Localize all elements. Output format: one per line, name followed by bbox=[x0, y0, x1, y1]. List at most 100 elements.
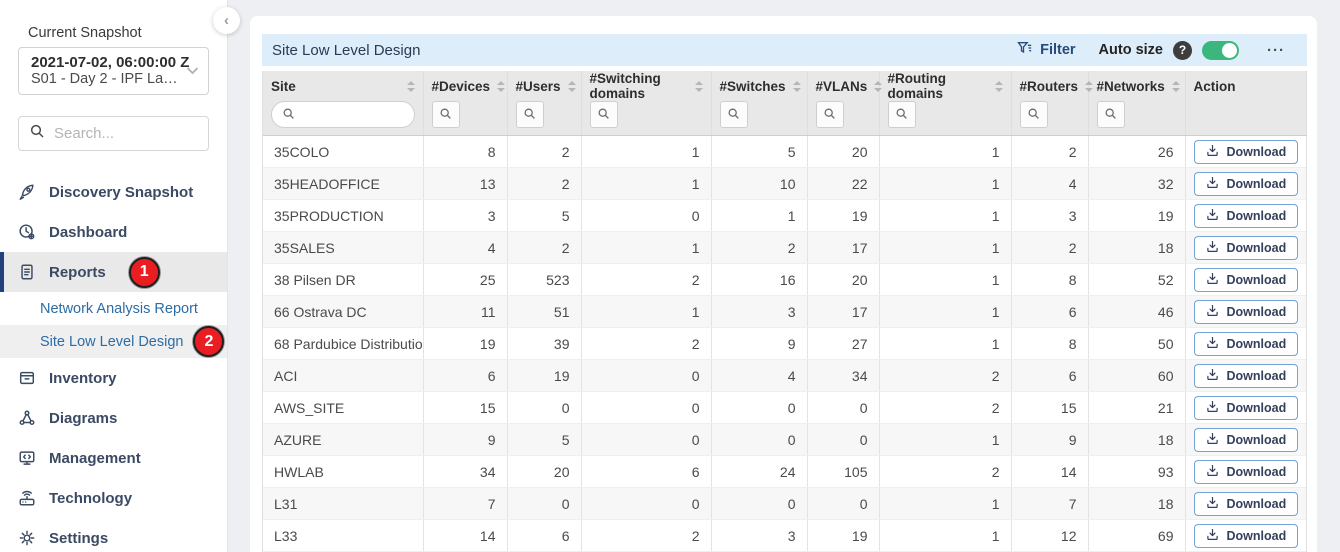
sidebar-item-inventory[interactable]: Inventory bbox=[0, 358, 227, 398]
sidebar-search[interactable] bbox=[18, 116, 209, 151]
column-header-users[interactable]: #Users bbox=[507, 71, 581, 101]
filter-button[interactable]: Filter bbox=[1016, 40, 1075, 60]
sort-carets-icon[interactable] bbox=[874, 81, 882, 92]
sidebar-item-dashboard[interactable]: Dashboard bbox=[0, 212, 227, 252]
download-label: Download bbox=[1227, 433, 1287, 447]
download-button[interactable]: Download bbox=[1194, 236, 1299, 260]
cell-value: 4 bbox=[711, 360, 807, 392]
table-row: 38 Pilsen DR25523216201852Download bbox=[263, 264, 1306, 296]
search-icon bbox=[1027, 107, 1040, 123]
search-icon bbox=[282, 107, 295, 123]
cell-value: 8 bbox=[1011, 264, 1088, 296]
diagrams-icon bbox=[18, 409, 36, 427]
column-filter-cell bbox=[263, 101, 423, 136]
download-button[interactable]: Download bbox=[1194, 428, 1299, 452]
sort-carets-icon[interactable] bbox=[1085, 81, 1093, 92]
cell-value: 4 bbox=[1011, 168, 1088, 200]
column-label: #Routers bbox=[1020, 79, 1079, 94]
column-search-button[interactable] bbox=[1097, 101, 1125, 128]
download-icon bbox=[1206, 432, 1219, 448]
site-filter-field[interactable] bbox=[302, 107, 404, 122]
column-search-button[interactable] bbox=[1020, 101, 1048, 128]
sort-carets-icon[interactable] bbox=[497, 81, 505, 92]
download-icon bbox=[1206, 464, 1219, 480]
column-header-switches[interactable]: #Switches bbox=[711, 71, 807, 101]
sidebar-item-reports[interactable]: Reports1 bbox=[0, 252, 227, 292]
column-search-button[interactable] bbox=[590, 101, 618, 128]
download-label: Download bbox=[1227, 177, 1287, 191]
sort-carets-icon[interactable] bbox=[568, 81, 576, 92]
column-header-devices[interactable]: #Devices bbox=[423, 71, 507, 101]
cell-value: 21 bbox=[1088, 392, 1185, 424]
sidebar-item-management[interactable]: Management bbox=[0, 438, 227, 478]
sidebar-item-label: Site Low Level Design bbox=[40, 334, 183, 350]
cell-site: AWS_SITE bbox=[263, 392, 423, 424]
more-options-button[interactable]: ··· bbox=[1267, 42, 1285, 59]
column-search-button[interactable] bbox=[516, 101, 544, 128]
search-input[interactable] bbox=[54, 125, 253, 142]
sort-carets-icon[interactable] bbox=[407, 81, 415, 92]
sidebar-item-network-analysis-report[interactable]: Network Analysis Report bbox=[0, 292, 227, 325]
snapshot-select[interactable]: 2021-07-02, 06:00:00 Z S01 - Day 2 - IPF… bbox=[18, 47, 209, 95]
cell-site: 38 Pilsen DR bbox=[263, 264, 423, 296]
column-header-networks[interactable]: #Networks bbox=[1088, 71, 1185, 101]
download-button[interactable]: Download bbox=[1194, 492, 1299, 516]
column-header-routers[interactable]: #Routers bbox=[1011, 71, 1088, 101]
sort-carets-icon[interactable] bbox=[695, 81, 703, 92]
autosize-toggle[interactable] bbox=[1202, 41, 1239, 60]
cell-value: 3 bbox=[1011, 200, 1088, 232]
cell-value: 18 bbox=[1088, 232, 1185, 264]
sidebar-item-technology[interactable]: Technology bbox=[0, 478, 227, 518]
settings-icon bbox=[18, 529, 36, 547]
download-button[interactable]: Download bbox=[1194, 140, 1299, 164]
panel-title-bar: Site Low Level Design Filter Auto size ?… bbox=[262, 34, 1307, 66]
column-search-button[interactable] bbox=[720, 101, 748, 128]
sidebar-item-site-low-level-design[interactable]: Site Low Level Design2 bbox=[0, 325, 227, 358]
sidebar-item-label: Discovery Snapshot bbox=[49, 184, 193, 201]
sort-carets-icon[interactable] bbox=[995, 81, 1003, 92]
download-button[interactable]: Download bbox=[1194, 172, 1299, 196]
column-search-button[interactable] bbox=[816, 101, 844, 128]
download-icon bbox=[1206, 336, 1219, 352]
sort-carets-icon[interactable] bbox=[1172, 81, 1180, 92]
sidebar-item-diagrams[interactable]: Diagrams bbox=[0, 398, 227, 438]
cell-value: 6 bbox=[581, 456, 711, 488]
download-button[interactable]: Download bbox=[1194, 460, 1299, 484]
cell-action: Download bbox=[1185, 520, 1306, 552]
download-icon bbox=[1206, 208, 1219, 224]
download-button[interactable]: Download bbox=[1194, 524, 1299, 548]
sidebar-item-discovery-snapshot[interactable]: Discovery Snapshot bbox=[0, 172, 227, 212]
cell-value: 22 bbox=[807, 168, 879, 200]
column-header-site[interactable]: Site bbox=[263, 71, 423, 101]
column-header-routing-domains[interactable]: #Routing domains bbox=[879, 71, 1011, 101]
download-label: Download bbox=[1227, 529, 1287, 543]
cell-value: 19 bbox=[807, 520, 879, 552]
sort-carets-icon[interactable] bbox=[793, 81, 801, 92]
download-button[interactable]: Download bbox=[1194, 332, 1299, 356]
cell-value: 5 bbox=[507, 200, 581, 232]
column-search-button[interactable] bbox=[432, 101, 460, 128]
help-icon[interactable]: ? bbox=[1173, 41, 1192, 60]
download-button[interactable]: Download bbox=[1194, 396, 1299, 420]
cell-value: 9 bbox=[423, 424, 507, 456]
column-header-vlans[interactable]: #VLANs bbox=[807, 71, 879, 101]
cell-value: 16 bbox=[711, 264, 807, 296]
cell-value: 8 bbox=[1011, 328, 1088, 360]
cell-value: 19 bbox=[507, 360, 581, 392]
column-search-button[interactable] bbox=[888, 101, 916, 128]
download-button[interactable]: Download bbox=[1194, 268, 1299, 292]
download-label: Download bbox=[1227, 273, 1287, 287]
download-button[interactable]: Download bbox=[1194, 364, 1299, 388]
download-button[interactable]: Download bbox=[1194, 300, 1299, 324]
site-filter-input[interactable] bbox=[271, 101, 415, 128]
sidebar-collapse-button[interactable]: ‹ bbox=[213, 7, 240, 34]
column-header-switching-domains[interactable]: #Switching domains bbox=[581, 71, 711, 101]
download-button[interactable]: Download bbox=[1194, 204, 1299, 228]
cell-action: Download bbox=[1185, 424, 1306, 456]
sidebar-item-settings[interactable]: Settings bbox=[0, 518, 227, 552]
cell-value: 1 bbox=[879, 200, 1011, 232]
cell-action: Download bbox=[1185, 232, 1306, 264]
cell-value: 18 bbox=[1088, 424, 1185, 456]
cell-value: 2 bbox=[879, 360, 1011, 392]
cell-value: 34 bbox=[807, 360, 879, 392]
